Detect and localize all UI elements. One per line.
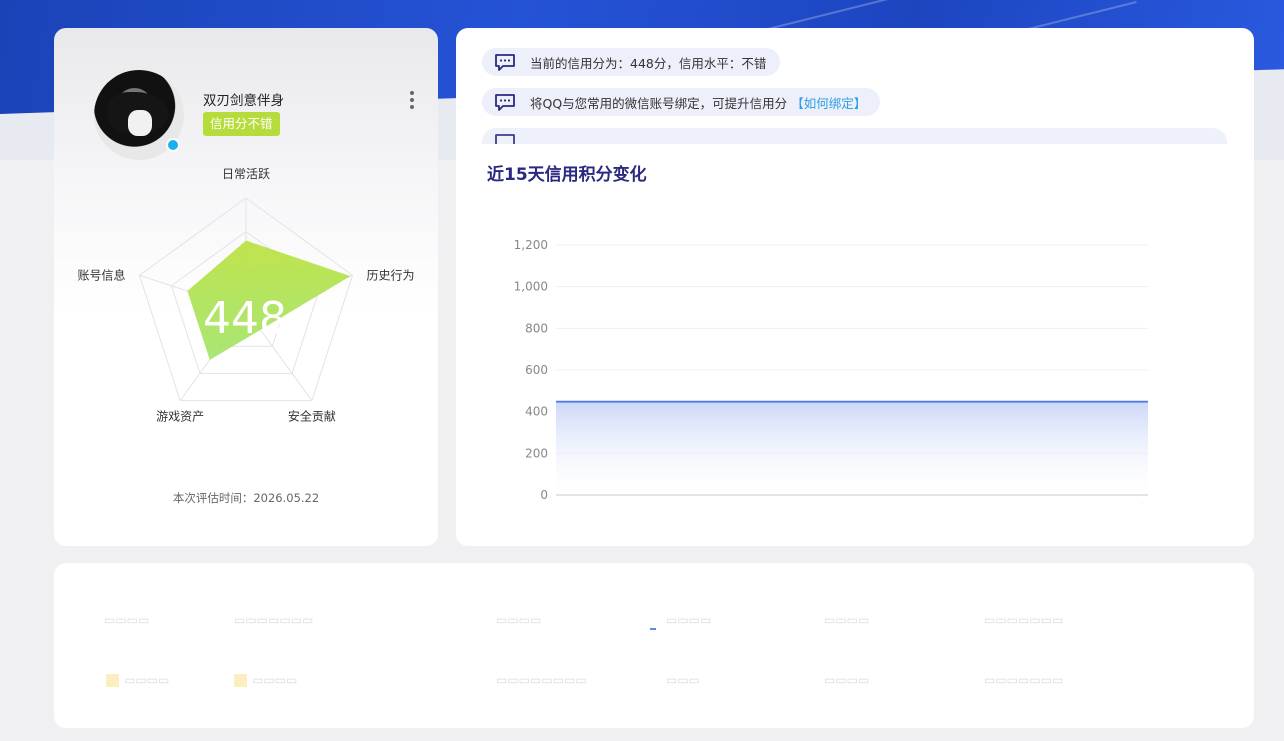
x-tick-label: 15日	[796, 502, 823, 503]
faint-header-4: ▭▭▭▭	[666, 613, 712, 627]
chart-title: 近15天信用积分变化	[487, 165, 647, 185]
x-tick-label: 16日	[838, 502, 865, 503]
notice-item-partial	[482, 128, 1227, 144]
x-tick-label: 11日	[627, 502, 654, 503]
chat-bubble-icon	[494, 93, 516, 111]
radar-axis-label: 游戏资产	[156, 410, 204, 424]
profile-card: 双刃剑意伴身 信用分不错 448 日常活跃历史行为安全贡献 游戏资产 账号信息 本次…	[54, 28, 438, 546]
qq-penguin-icon	[166, 138, 180, 152]
records-table-card: ▭▭▭▭ ▭▭▭▭▭▭▭ ▭▭▭▭ ▭▭▭▭ ▭▭▭▭ ▭▭▭▭▭▭▭ ▭▭▭▭…	[54, 563, 1254, 728]
credit-radar-chart: 448 日常活跃历史行为安全贡献 游戏资产 账号信息	[77, 168, 415, 424]
chat-bubble-icon	[494, 133, 516, 144]
x-tick-label: 22日	[1092, 502, 1119, 503]
y-tick-label: 400	[525, 405, 548, 419]
notice-list: 当前的信用分为：448分，信用水平：不错 将QQ与您常用的微信账号绑定，可提升信…	[482, 48, 1227, 144]
y-tick-label: 200	[525, 446, 548, 460]
faint-cell: ▭▭▭▭▭▭▭	[984, 673, 1064, 687]
x-tick-label: 20日	[1008, 502, 1035, 503]
faint-header-2: ▭▭▭▭▭▭▭	[234, 613, 314, 627]
trend-area	[556, 401, 1148, 495]
radar-axis-label: 安全贡献	[288, 409, 336, 424]
faint-cell: ▭▭▭▭▭▭▭▭	[496, 673, 587, 687]
faint-header-5: ▭▭▭▭	[824, 613, 870, 627]
y-tick-label: 1,000	[514, 280, 548, 294]
faint-cell: ▭▭▭▭	[252, 673, 298, 687]
faint-cell: ▭▭▭	[666, 673, 701, 687]
notice-item: 当前的信用分为：448分，信用水平：不错	[482, 48, 781, 76]
credit-score-value: 448	[203, 293, 287, 344]
faint-square	[234, 674, 247, 687]
x-tick-label: 14日	[754, 502, 781, 503]
chat-bubble-icon	[494, 53, 516, 71]
x-tick-label: 18日	[923, 502, 950, 503]
x-tick-label: 13日	[712, 502, 739, 503]
more-options-icon[interactable]	[406, 90, 418, 112]
x-tick-label: 09日	[542, 502, 569, 503]
evaluation-time: 本次评估时间：2026.05.22	[172, 491, 320, 505]
notice-text: 当前的信用分为：448分，信用水平：不错	[530, 55, 767, 71]
faint-header-3: ▭▭▭▭	[496, 613, 542, 627]
credit-level-badge: 信用分不错	[203, 112, 280, 136]
faint-square	[106, 674, 119, 687]
notice-item: 将QQ与您常用的微信账号绑定，可提升信用分 【如何绑定】	[482, 88, 881, 116]
y-tick-label: 1,200	[514, 238, 548, 252]
x-tick-label: 10日	[585, 502, 612, 503]
y-tick-label: 0	[540, 488, 548, 502]
x-tick-label: 17日	[881, 502, 908, 503]
x-tick-label: 今天	[1136, 501, 1160, 503]
faint-cell: ▭▭▭▭	[124, 673, 170, 687]
radar-axis-label: 账号信息	[77, 267, 125, 282]
loading-indicator	[650, 628, 656, 630]
x-tick-label: 12日	[669, 502, 696, 503]
credit-trend-card: 当前的信用分为：448分，信用水平：不错 将QQ与您常用的微信账号绑定，可提升信…	[456, 28, 1254, 546]
notice-text: 将QQ与您常用的微信账号绑定，可提升信用分	[530, 95, 788, 111]
x-tick-label: 19日	[965, 502, 992, 503]
faint-header-6: ▭▭▭▭▭▭▭	[984, 613, 1064, 627]
radar-axis-label: 日常活跃	[222, 168, 270, 181]
credit-trend-chart: 0 200 400 600 800 1,000 1,200 09日 10日 11日 12日 13日 1…	[514, 238, 1160, 503]
radar-axis-label: 历史行为	[367, 268, 415, 282]
how-to-bind-link[interactable]: 【如何绑定】	[791, 93, 866, 112]
faint-header-1: ▭▭▭▭	[104, 613, 150, 627]
faint-cell: ▭▭▭▭	[824, 673, 870, 687]
username: 双刃剑意伴身	[203, 93, 284, 109]
y-tick-label: 800	[525, 321, 548, 335]
x-tick-label: 21日	[1050, 502, 1077, 503]
y-tick-label: 600	[525, 363, 548, 377]
